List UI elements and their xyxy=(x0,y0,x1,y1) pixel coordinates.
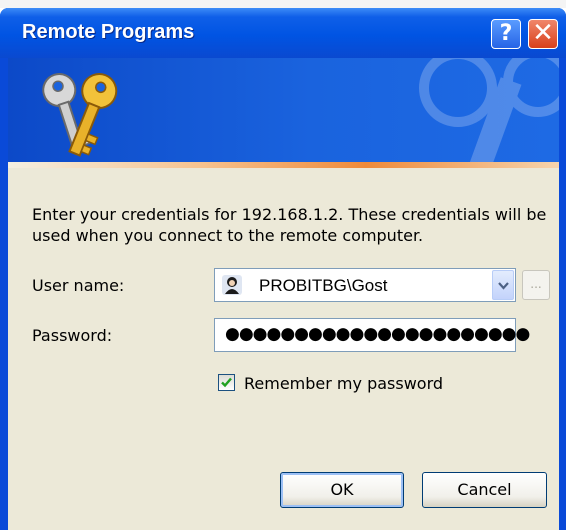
ok-button[interactable]: OK xyxy=(280,472,404,508)
keys-icon xyxy=(42,73,118,157)
chevron-down-icon xyxy=(498,282,509,290)
cancel-button[interactable]: Cancel xyxy=(422,472,547,508)
banner-divider xyxy=(8,162,559,168)
header-banner xyxy=(8,58,559,162)
username-dropdown-button[interactable] xyxy=(492,270,514,300)
window-title: Remote Programs xyxy=(22,21,195,43)
remember-password-label: Remember my password xyxy=(244,374,444,393)
password-mask: ●●●●●●●●●●●●●●●●●●●●●● xyxy=(225,324,530,344)
username-label: User name: xyxy=(32,276,125,295)
instructions-text: Enter your credentials for 192.168.1.2. … xyxy=(32,205,547,245)
checkmark-icon xyxy=(221,377,232,388)
browse-button[interactable]: ... xyxy=(522,270,550,300)
desktop-background xyxy=(0,0,566,8)
remember-password-checkbox[interactable] xyxy=(218,374,235,391)
title-bar[interactable]: Remote Programs ? ✕ xyxy=(0,8,566,58)
username-combobox[interactable]: PROBITBG\Gost xyxy=(214,268,516,302)
password-label: Password: xyxy=(32,326,113,345)
dialog-body: Enter your credentials for 192.168.1.2. … xyxy=(8,58,559,530)
close-button[interactable]: ✕ xyxy=(528,19,558,49)
username-value: PROBITBG\Gost xyxy=(259,276,388,295)
help-button[interactable]: ? xyxy=(491,19,521,49)
remote-programs-dialog: Remote Programs ? ✕ Enter your credentia… xyxy=(0,8,566,530)
banner-watermark-icon xyxy=(419,58,559,162)
user-account-icon xyxy=(222,275,242,295)
password-field[interactable]: ●●●●●●●●●●●●●●●●●●●●●● xyxy=(214,318,530,352)
